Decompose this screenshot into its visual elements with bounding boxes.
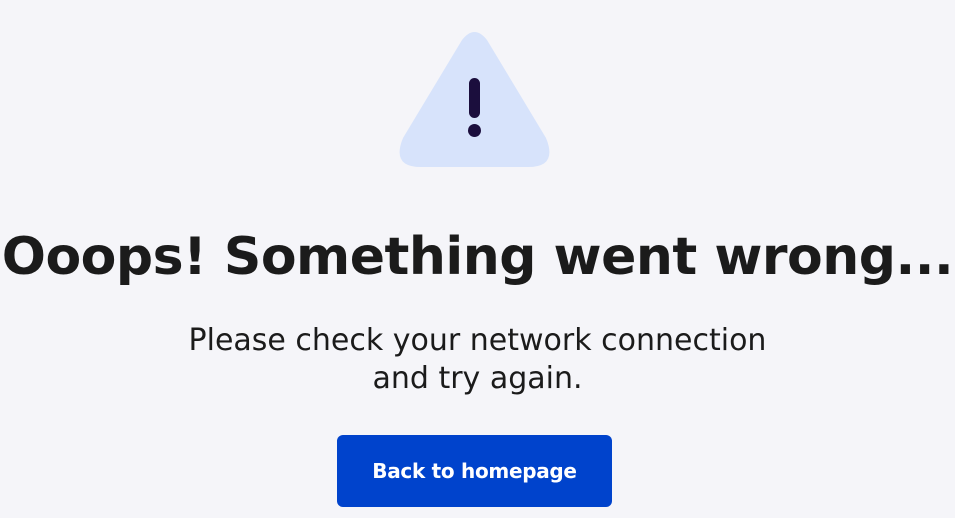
error-page: Ooops! Something went wrong... Please ch… — [0, 0, 955, 518]
back-to-homepage-button[interactable]: Back to homepage — [337, 435, 612, 507]
error-message: Please check your network connection and… — [0, 322, 955, 398]
error-title: Ooops! Something went wrong... — [1, 227, 954, 287]
error-message-line-2: and try again. — [372, 361, 583, 396]
warning-triangle-icon — [398, 30, 551, 168]
error-message-line-1: Please check your network connection — [188, 323, 767, 358]
